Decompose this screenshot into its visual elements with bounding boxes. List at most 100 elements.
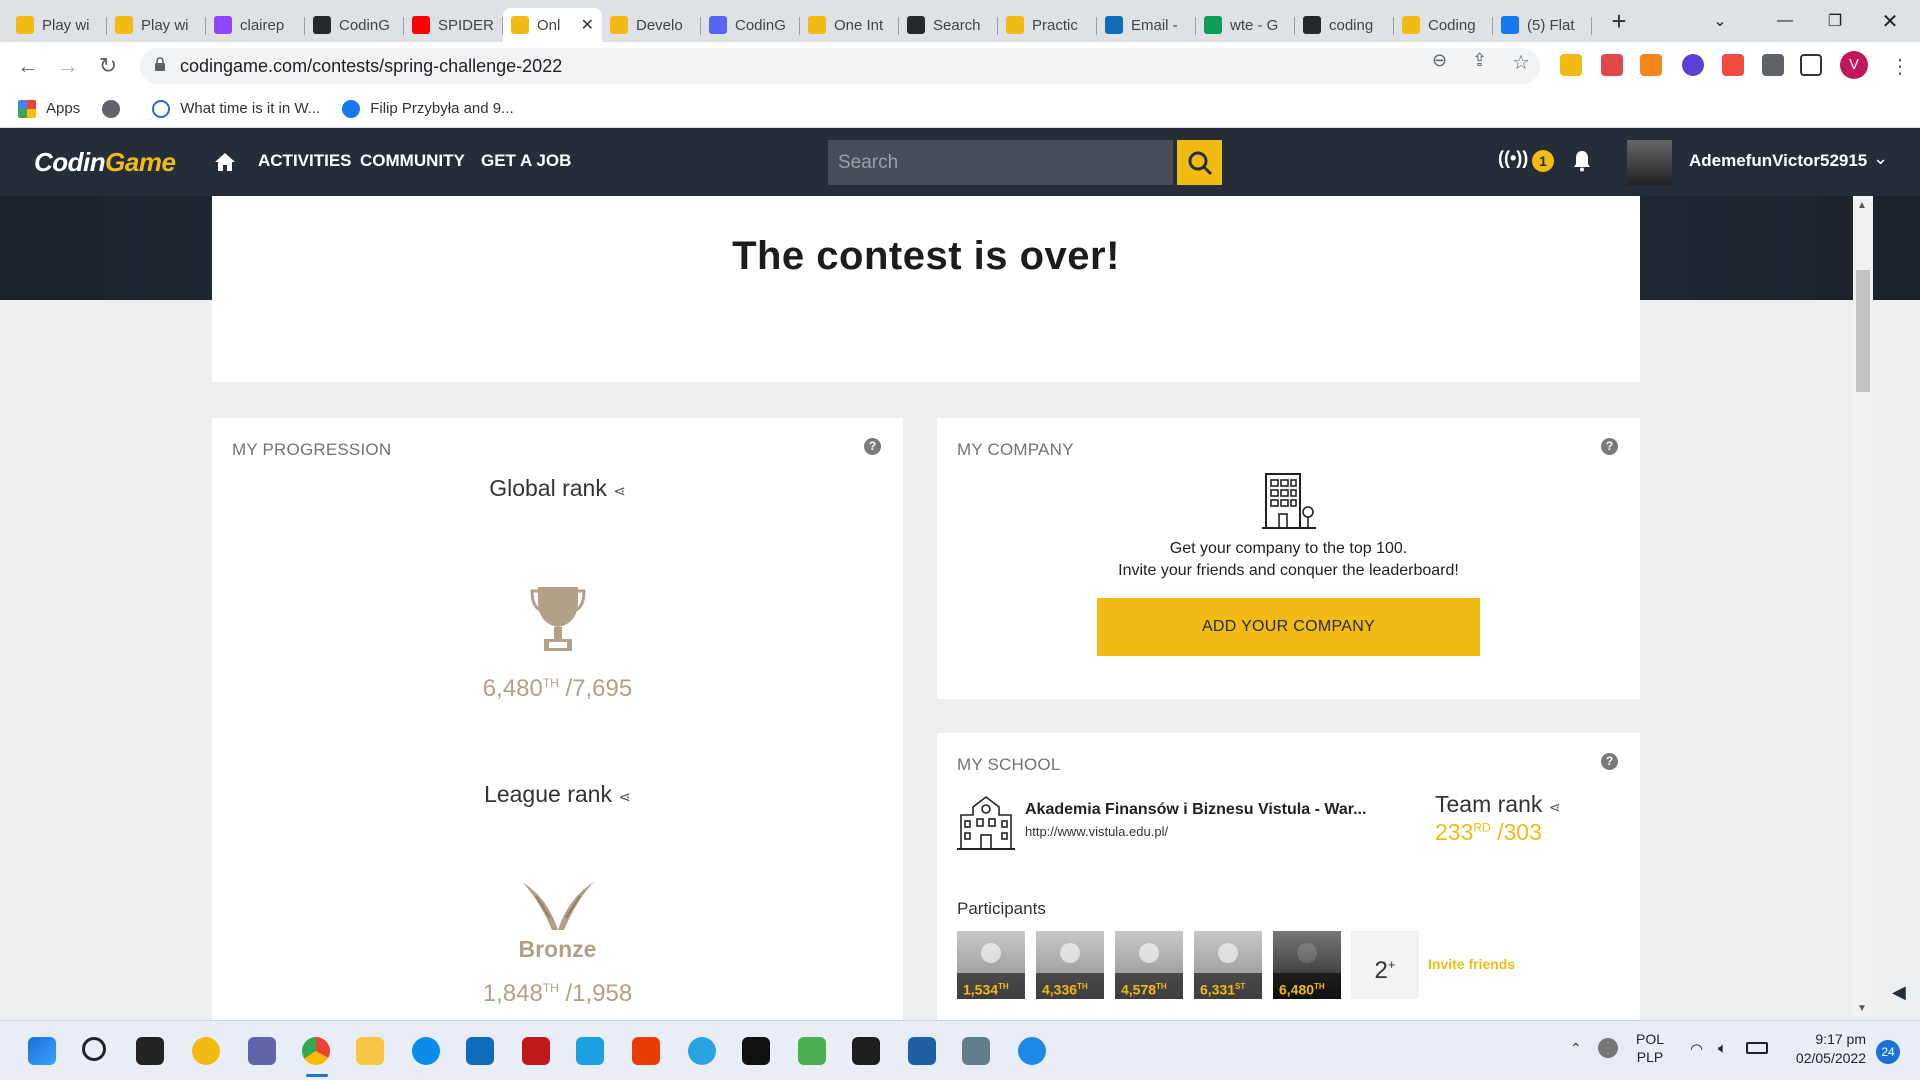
windows-start-icon[interactable] <box>28 1037 56 1065</box>
telegram-icon[interactable] <box>688 1037 716 1065</box>
url-text[interactable]: codingame.com/contests/spring-challenge-… <box>180 56 562 77</box>
app-icon[interactable] <box>908 1037 936 1065</box>
forward-button[interactable]: → <box>48 53 88 79</box>
share-icon[interactable]: ⋖ <box>613 483 626 500</box>
file-explorer-icon[interactable] <box>356 1037 384 1065</box>
reload-button[interactable]: ↻ <box>88 53 128 79</box>
omnibox[interactable]: codingame.com/contests/spring-challenge-… <box>140 48 1540 84</box>
tab-search-chevron-icon[interactable]: ⌄ <box>1690 0 1750 42</box>
close-window-button[interactable]: ✕ <box>1860 0 1920 42</box>
task-view-icon[interactable] <box>136 1037 164 1065</box>
tab-title[interactable]: Coding <box>1428 17 1485 34</box>
browser-tab[interactable]: Email - <box>1097 8 1196 42</box>
sidepanel-icon[interactable] <box>1800 54 1822 76</box>
participant-avatar[interactable]: 4,578TH <box>1115 931 1183 999</box>
tab-title[interactable]: wte - G <box>1230 17 1287 34</box>
share-icon[interactable]: ⇪ <box>1472 50 1487 71</box>
more-participants[interactable]: 2+ <box>1351 931 1419 999</box>
extension-icon[interactable] <box>1682 54 1704 76</box>
bookmark-label[interactable]: What time is it in W... <box>180 100 320 117</box>
participant-avatar[interactable]: 1,534TH <box>957 931 1025 999</box>
tab-title[interactable]: clairep <box>240 17 297 34</box>
brave-shield-icon[interactable] <box>1722 54 1744 76</box>
tab-title[interactable]: Search <box>933 17 990 34</box>
tab-title[interactable]: Play wi <box>42 17 99 34</box>
username[interactable]: AdemefunVictor52915 <box>1689 151 1867 171</box>
browser-tab[interactable]: Practic <box>998 8 1097 42</box>
nav-get-a-job[interactable]: GET A JOB <box>481 151 571 171</box>
browser-tab[interactable]: Play wi <box>107 8 206 42</box>
teams-chat-icon[interactable] <box>248 1037 276 1065</box>
browser-tab[interactable]: One Int <box>800 8 899 42</box>
kebab-menu-icon[interactable]: ⋮ <box>1890 54 1910 79</box>
tab-title[interactable]: Play wi <box>141 17 198 34</box>
browser-tab[interactable]: (5) Flat <box>1493 8 1592 42</box>
invite-friends-link[interactable]: Invite friends <box>1428 956 1515 972</box>
app-g-icon[interactable] <box>1018 1037 1046 1065</box>
share-icon[interactable]: ⋖ <box>618 789 631 806</box>
tab-title[interactable]: coding <box>1329 17 1386 34</box>
add-company-button[interactable]: ADD YOUR COMPANY <box>1097 598 1480 656</box>
participant-avatar[interactable]: 4,336TH <box>1036 931 1104 999</box>
maximize-button[interactable]: ❐ <box>1805 0 1865 42</box>
clock[interactable]: 9:17 pm 02/05/2022 <box>1782 1030 1866 1068</box>
app-icon[interactable] <box>798 1037 826 1065</box>
app-l-icon[interactable] <box>576 1037 604 1065</box>
bookmark-globe[interactable] <box>102 99 130 118</box>
volume-icon[interactable]: 🔈︎ <box>1718 1040 1727 1057</box>
share-icon[interactable]: ⋖ <box>1549 799 1561 815</box>
codingame-logo[interactable]: CodinGame <box>34 147 176 178</box>
close-tab-icon[interactable]: ✕ <box>581 15 594 35</box>
bookmark-time[interactable]: What time is it in W... <box>152 99 320 118</box>
tab-title[interactable]: Develo <box>636 17 693 34</box>
scroll-up-arrow-icon[interactable]: ▲ <box>1857 200 1867 211</box>
metamask-icon[interactable] <box>1640 54 1662 76</box>
school-url[interactable]: http://www.vistula.edu.pl/ <box>1025 824 1168 839</box>
zoom-icon[interactable]: ⊖ <box>1432 50 1447 71</box>
tab-title[interactable]: CodinG <box>339 17 396 34</box>
user-menu-chevron-icon[interactable]: ⌄ <box>1873 148 1888 169</box>
browser-tab[interactable]: Develo <box>602 8 701 42</box>
extension-icon[interactable] <box>1601 54 1623 76</box>
tab-title[interactable]: CodinG <box>735 17 792 34</box>
browser-tab[interactable]: wte - G <box>1196 8 1295 42</box>
back-button[interactable]: ← <box>8 53 48 79</box>
bookmark-apps[interactable]: Apps <box>18 99 80 118</box>
chrome-icon[interactable] <box>302 1037 330 1065</box>
new-tab-button[interactable]: + <box>1604 6 1634 37</box>
office-icon[interactable] <box>632 1037 660 1065</box>
user-avatar[interactable] <box>1627 140 1672 185</box>
broadcast-icon[interactable]: ((•)) <box>1498 148 1528 169</box>
browser-tab[interactable]: Onl ✕ <box>503 8 602 42</box>
participant-avatar[interactable]: 6,480TH <box>1273 931 1341 999</box>
tray-app-icon[interactable] <box>1598 1038 1618 1058</box>
tab-title[interactable]: One Int <box>834 17 891 34</box>
bell-icon[interactable] <box>1572 150 1592 172</box>
notification-center-badge[interactable]: 24 <box>1876 1040 1900 1064</box>
netflix-icon[interactable] <box>742 1037 770 1065</box>
bookmark-label[interactable]: Filip Przybyła and 9... <box>370 100 513 117</box>
side-panel-toggle-icon[interactable]: ◀ <box>1892 982 1906 1003</box>
help-icon[interactable]: ? <box>1601 438 1618 455</box>
wifi-icon[interactable]: ◠ <box>1690 1040 1703 1058</box>
nav-community[interactable]: COMMUNITY <box>360 151 465 171</box>
search-input[interactable]: Search <box>828 140 1173 185</box>
browser-tab[interactable]: Play wi <box>8 8 107 42</box>
help-icon[interactable]: ? <box>1601 753 1618 770</box>
puzzle-icon[interactable] <box>1762 54 1784 76</box>
virtualbox-icon[interactable] <box>962 1037 990 1065</box>
notification-count-badge[interactable]: 1 <box>1532 150 1554 172</box>
browser-tab[interactable]: Search <box>899 8 998 42</box>
terminal-icon[interactable] <box>852 1037 880 1065</box>
tab-title[interactable]: Email - <box>1131 17 1188 34</box>
nav-activities[interactable]: ACTIVITIES <box>258 151 352 171</box>
help-icon[interactable]: ? <box>864 438 881 455</box>
bookmark-star-icon[interactable]: ☆ <box>1512 50 1530 75</box>
search-button[interactable] <box>1177 140 1222 185</box>
scrollbar-thumb[interactable] <box>1856 270 1870 392</box>
input-language[interactable]: POL PLP <box>1636 1030 1664 1066</box>
browser-tab[interactable]: CodinG <box>701 8 800 42</box>
home-icon[interactable] <box>214 152 236 172</box>
browser-tab[interactable]: CodinG <box>305 8 404 42</box>
school-name[interactable]: Akademia Finansów i Biznesu Vistula - Wa… <box>1025 801 1366 819</box>
